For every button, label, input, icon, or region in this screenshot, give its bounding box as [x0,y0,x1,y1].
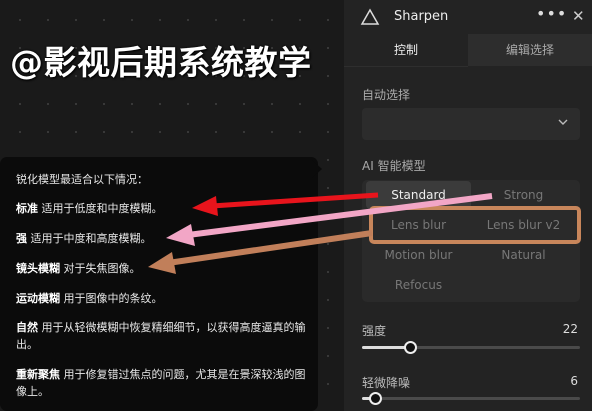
tooltip-item-strong: 强 适用于中度和高度模糊。 [16,230,308,247]
more-options-icon[interactable]: ••• [536,4,567,23]
model-strong[interactable]: Strong [471,181,576,209]
tooltip-term: 自然 [16,321,38,334]
panel-tabs: 控制 编辑选择 [344,34,592,67]
strength-slider-fill [362,346,410,349]
sharpen-panel: Sharpen ••• ✕ 控制 编辑选择 自动选择 AI 智能模型 Stand… [344,0,592,411]
chevron-down-icon [558,119,568,125]
tooltip-item-standard: 标准 适用于低度和中度模糊。 [16,200,308,217]
tooltip-term: 镜头模糊 [16,262,60,275]
tooltip-pointer [312,160,322,178]
strength-slider[interactable] [362,341,580,354]
panel-header: Sharpen ••• ✕ [344,0,592,34]
auto-select-label: 自动选择 [362,88,411,102]
panel-title: Sharpen [394,9,449,24]
tooltip-item-natural: 自然 用于从轻微模糊中恢复精细细节，以获得高度逼真的输出。 [16,319,308,353]
tooltip-term: 运动模糊 [16,292,60,305]
tooltip-term: 标准 [16,202,38,215]
ai-model-label: AI 智能模型 [362,159,426,173]
watermark-text: @影视后期系统教学 [10,43,312,82]
model-lens-blur-v2[interactable]: Lens blur v2 [471,211,576,239]
denoise-slider-thumb[interactable] [369,392,383,405]
tooltip-desc: 用于从轻微模糊中恢复精细细节，以获得高度逼真的输出。 [16,321,306,351]
strength-slider-thumb[interactable] [403,341,417,354]
model-motion-blur[interactable]: Motion blur [366,241,471,269]
model-refocus[interactable]: Refocus [366,271,471,299]
tooltip-item-lens-blur: 镜头模糊 对于失焦图像。 [16,260,308,277]
denoise-label: 轻微降噪 [362,376,411,390]
tooltip-desc: 对于失焦图像。 [60,262,141,275]
tab-control[interactable]: 控制 [344,34,468,67]
tooltip-item-refocus: 重新聚焦 用于修复错过焦点的问题，尤其是在景深较浅的图像上。 [16,366,308,400]
denoise-value: 6 [570,374,578,388]
tooltip-term: 强 [16,232,27,245]
close-icon[interactable]: ✕ [572,7,585,25]
tooltip-item-motion-blur: 运动模糊 用于图像中的条纹。 [16,290,308,307]
strength-label: 强度 [362,324,387,338]
model-standard[interactable]: Standard [366,181,471,209]
tooltip-desc: 用于修复错过焦点的问题，尤其是在景深较浅的图像上。 [16,368,306,398]
model-lens-blur[interactable]: Lens blur [366,211,471,239]
tooltip-desc: 适用于低度和中度模糊。 [38,202,163,215]
tooltip-term: 重新聚焦 [16,368,60,381]
tooltip-desc: 用于图像中的条纹。 [60,292,163,305]
auto-select-dropdown[interactable] [362,108,580,140]
model-selector: Standard Strong Lens blur Lens blur v2 M… [362,180,580,302]
denoise-slider[interactable] [362,392,580,405]
strength-value: 22 [562,322,578,336]
triangle-icon [360,8,380,25]
tooltip-intro: 锐化模型最适合以下情况： [16,173,148,186]
tab-edit-selection[interactable]: 编辑选择 [468,34,592,66]
tooltip-desc: 适用于中度和高度模糊。 [27,232,152,245]
model-natural[interactable]: Natural [471,241,576,269]
